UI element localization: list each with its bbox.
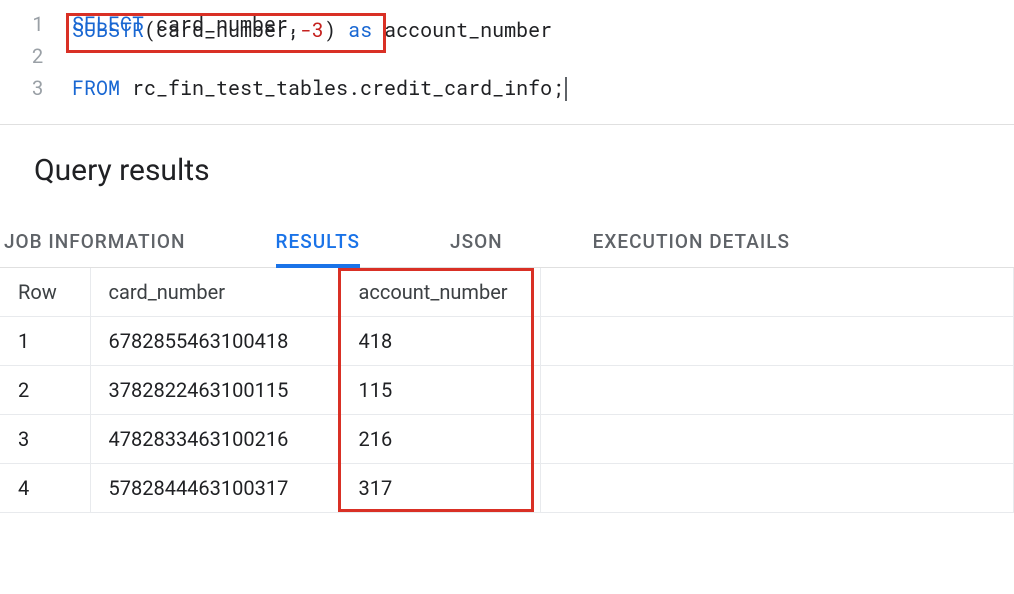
tab-results[interactable]: RESULTS — [276, 216, 361, 267]
line-number: 2 — [0, 43, 72, 69]
cell-row: 2 — [0, 366, 90, 415]
cell-empty — [540, 415, 1014, 464]
tab-execution-details[interactable]: EXECUTION DETAILS — [593, 216, 790, 267]
cell-card-number: 4782833463100216 — [90, 415, 340, 464]
cell-empty — [540, 317, 1014, 366]
header-empty — [540, 268, 1014, 317]
code-text: account_number — [372, 17, 552, 43]
tab-json[interactable]: JSON — [450, 216, 503, 267]
line-number: 3 — [0, 75, 72, 101]
cell-account-number: 216 — [340, 415, 540, 464]
results-table-container: Row card_number account_number 1 6782855… — [0, 268, 1014, 513]
cell-account-number: 317 — [340, 464, 540, 513]
table-header-row: Row card_number account_number — [0, 268, 1014, 317]
function-substr: SUBSTR — [72, 17, 144, 43]
cell-card-number: 6782855463100418 — [90, 317, 340, 366]
cell-account-number: 115 — [340, 366, 540, 415]
cell-row: 1 — [0, 317, 90, 366]
text-cursor — [565, 77, 567, 101]
cell-row: 4 — [0, 464, 90, 513]
keyword-as: as — [348, 17, 372, 43]
sql-editor[interactable]: 1 SELECT card_number, 2 SUBSTR(card_numb… — [0, 0, 1014, 125]
editor-line: 3 FROM rc_fin_test_tables.credit_card_in… — [0, 72, 1014, 104]
table-row: 1 6782855463100418 418 — [0, 317, 1014, 366]
cell-card-number: 5782844463100317 — [90, 464, 340, 513]
cell-empty — [540, 464, 1014, 513]
code-text: (card_number, — [144, 17, 300, 43]
header-row: Row — [0, 268, 90, 317]
results-tabs: JOB INFORMATION RESULTS JSON EXECUTION D… — [0, 216, 1014, 268]
results-table: Row card_number account_number 1 6782855… — [0, 268, 1014, 513]
code-content: FROM rc_fin_test_tables.credit_card_info… — [72, 75, 567, 102]
cell-card-number: 3782822463100115 — [90, 366, 340, 415]
table-row: 3 4782833463100216 216 — [0, 415, 1014, 464]
line-number: 1 — [0, 11, 72, 37]
header-card-number: card_number — [90, 268, 340, 317]
results-section: Query results — [0, 125, 1014, 188]
cell-account-number: 418 — [340, 317, 540, 366]
cell-row: 3 — [0, 415, 90, 464]
header-account-number: account_number — [340, 268, 540, 317]
number-literal: -3 — [300, 17, 324, 43]
results-title: Query results — [34, 153, 980, 188]
tab-job-information[interactable]: JOB INFORMATION — [4, 216, 186, 267]
table-row: 2 3782822463100115 115 — [0, 366, 1014, 415]
cell-empty — [540, 366, 1014, 415]
code-text: ) — [324, 17, 348, 43]
keyword-from: FROM — [72, 75, 120, 101]
code-text: rc_fin_test_tables.credit_card_info; — [120, 75, 564, 101]
table-row: 4 5782844463100317 317 — [0, 464, 1014, 513]
editor-line: 2 SUBSTR(card_number,-3) as account_numb… — [0, 40, 1014, 72]
